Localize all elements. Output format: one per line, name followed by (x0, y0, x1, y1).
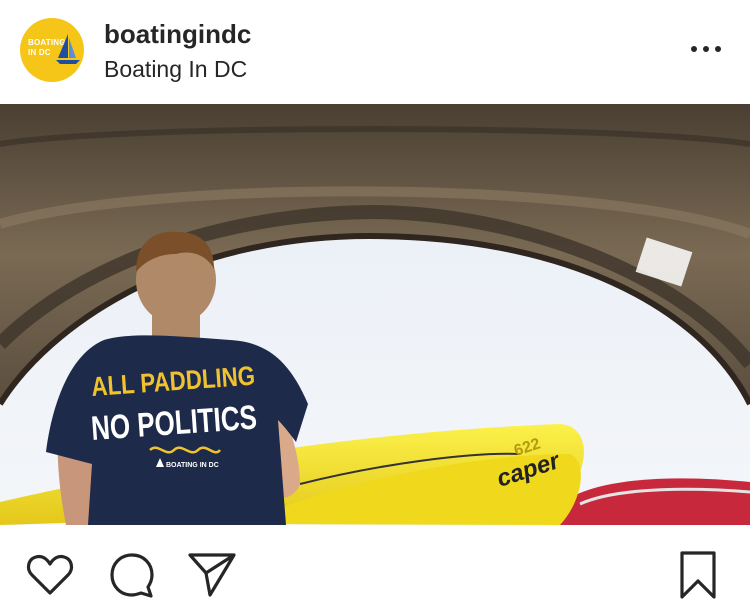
bookmark-icon[interactable] (672, 549, 724, 601)
post-header: BOATING IN DC boatingindc Boating In DC (0, 0, 750, 104)
post-photo[interactable]: caper 622 ALL PADDLING NO POLITICS BOATI… (0, 104, 750, 525)
sailboat-logo-icon (56, 34, 80, 64)
location-subtitle[interactable]: Boating In DC (104, 56, 247, 83)
shirt-brand: BOATING IN DC (166, 462, 219, 469)
paper-plane-icon[interactable] (186, 549, 238, 601)
avatar[interactable]: BOATING IN DC (20, 18, 84, 82)
heart-icon[interactable] (24, 549, 76, 601)
action-bar (0, 525, 750, 615)
post-image: caper 622 ALL PADDLING NO POLITICS BOATI… (0, 104, 750, 525)
comment-bubble-icon[interactable] (106, 549, 158, 601)
username[interactable]: boatingindc (104, 19, 251, 50)
more-horizontal-icon[interactable] (688, 38, 724, 58)
